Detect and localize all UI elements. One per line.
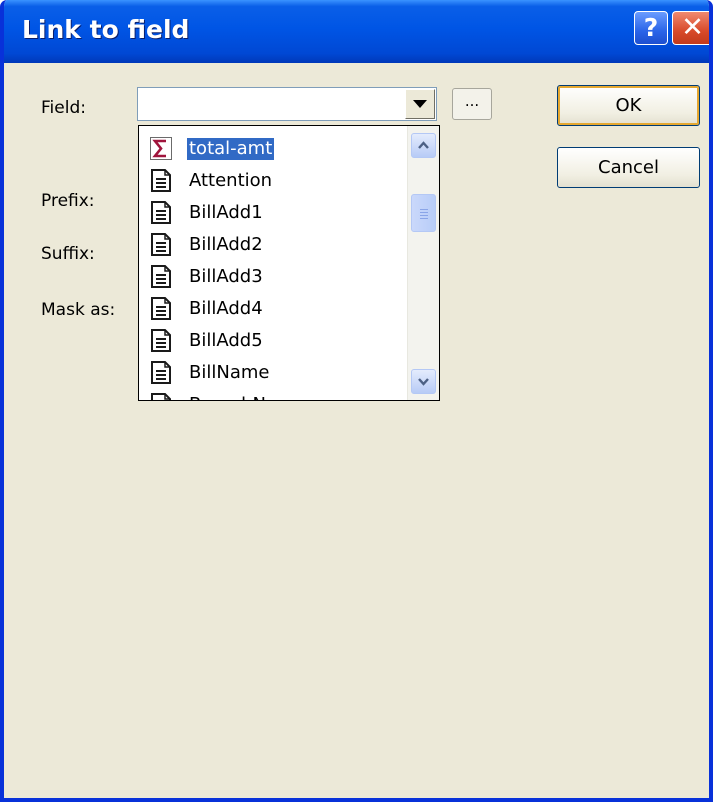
dropdown-item-label: BillAdd4 [189, 298, 263, 319]
dropdown-item-label: BillName [189, 362, 270, 383]
help-button[interactable]: ? [634, 11, 668, 45]
field-label: Field: [41, 98, 86, 118]
dropdown-item[interactable]: BillAdd2 [139, 229, 409, 261]
document-field-icon [150, 393, 172, 400]
document-field-icon [150, 201, 172, 224]
dropdown-item[interactable]: total-amt [139, 133, 409, 165]
combobox-dropdown-button[interactable] [405, 89, 435, 119]
field-combobox[interactable] [137, 87, 437, 121]
browse-button[interactable]: ... [452, 88, 492, 120]
sigma-icon [150, 137, 172, 160]
dropdown-item-label: Attention [189, 170, 273, 191]
chevron-down-icon [418, 378, 429, 386]
window-title: Link to field [22, 15, 190, 44]
mask-as-label: Mask as: [41, 300, 116, 320]
dropdown-item-label: total-amt [187, 138, 275, 160]
dropdown-item[interactable]: BillAdd3 [139, 261, 409, 293]
cancel-button[interactable]: Cancel [557, 147, 700, 188]
dropdown-item-label: BillAdd2 [189, 234, 263, 255]
chevron-up-icon [418, 141, 429, 149]
dropdown-item[interactable]: BillAdd4 [139, 293, 409, 325]
document-field-icon [150, 233, 172, 256]
prefix-label: Prefix: [41, 191, 95, 211]
dropdown-item[interactable]: BillName [139, 357, 409, 389]
scroll-down-button[interactable] [411, 369, 436, 394]
scroll-up-button[interactable] [411, 133, 436, 158]
document-field-icon [150, 169, 172, 192]
dropdown-item-label: BillAdd3 [189, 266, 263, 287]
document-field-icon [150, 329, 172, 352]
field-dropdown-list[interactable]: total-amt Attention BillAdd1 BillAdd2 BillAd… [138, 125, 440, 401]
title-bar[interactable]: Link to field ? ✕ [4, 0, 709, 63]
dropdown-item[interactable]: BillAdd5 [139, 325, 409, 357]
help-icon: ? [643, 13, 659, 42]
close-icon: ✕ [681, 12, 704, 43]
suffix-label: Suffix: [41, 244, 95, 264]
document-field-icon [150, 361, 172, 384]
dropdown-item[interactable]: BillAdd1 [139, 197, 409, 229]
list-scrollbar[interactable] [407, 126, 439, 400]
document-field-icon [150, 265, 172, 288]
dropdown-item-label: BillAdd1 [189, 202, 263, 223]
scroll-thumb[interactable] [411, 194, 436, 232]
close-button[interactable]: ✕ [672, 11, 709, 45]
dropdown-arrow-icon [413, 100, 427, 108]
dropdown-item-label: BillAdd5 [189, 330, 263, 351]
dropdown-item-label: BranchName [187, 394, 308, 400]
ok-button[interactable]: OK [557, 85, 700, 126]
link-to-field-dialog: Link to field ? ✕ Field: ... OK Cancel P… [0, 0, 713, 802]
dropdown-item[interactable]: BranchName [139, 389, 409, 400]
document-field-icon [150, 297, 172, 320]
dropdown-item[interactable]: Attention [139, 165, 409, 197]
